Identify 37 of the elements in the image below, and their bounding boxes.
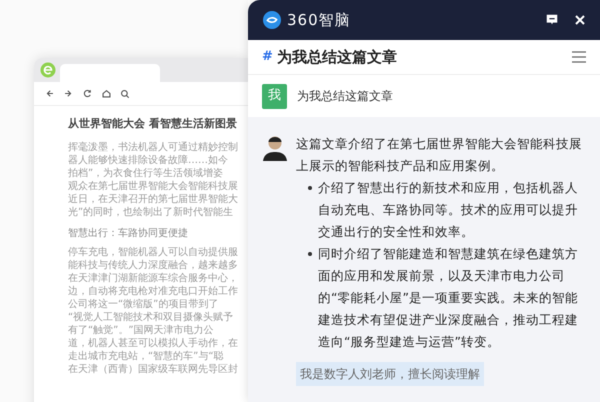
- article-line: 观众在第七届世界智能大会智能科技展: [68, 180, 239, 192]
- reply-intro: 这篇文章介绍了在第七届世界智能大会智能科技展上展示的智能科技产品和应用案例。: [296, 135, 583, 175]
- hint-text: 我是数字人刘老师，擅长阅读理解: [296, 362, 484, 386]
- article-line: 走出城市充电站，“智慧的车”与“聪: [68, 350, 225, 362]
- article-line: 在天津津门湖新能源车综合服务中心，: [68, 272, 239, 284]
- reply-bullet: 同时介绍了智能建造和智慧建筑在绿色建筑方面的应用和发展前景，以及天津市电力公司的“零能耗小屋”是一项重要实践。未来的智能建造技术有望促进产业深度融合，推动工程建造向“服务型建造与运营”转变。: [318, 245, 579, 351]
- logo-icon: [262, 10, 282, 30]
- close-icon[interactable]: [574, 14, 586, 26]
- article-line: “视觉人工智能技术和双目摄像头赋予: [68, 310, 234, 324]
- article-subheading: 智慧出行：车路协同更便捷: [68, 226, 189, 240]
- hash-mark: #: [262, 48, 273, 66]
- article-line: 停车充电，智能机器人可以自动提供服: [68, 246, 239, 258]
- browser-logo-icon: [40, 62, 56, 78]
- forward-icon[interactable]: [63, 88, 74, 99]
- article-line: 道，机器人甚至可以模拟人手动作，在: [68, 336, 239, 350]
- article-line: 边，自动将充电枪对准充电口开始工作: [68, 284, 239, 298]
- article-title: 从世界智能大会 看智慧生活新图景: [68, 116, 238, 132]
- back-icon[interactable]: [44, 88, 55, 99]
- reply-bullet: 介绍了智慧出行的新技术和应用，包括机器人自动充电、车路协同等。技术的应用可以提升交通出行的安全性和效率。: [318, 179, 579, 241]
- refresh-icon[interactable]: [82, 88, 93, 99]
- menu-icon[interactable]: [572, 51, 586, 64]
- user-avatar: 我: [262, 84, 287, 109]
- topic-title: 为我总结这篇文章: [276, 46, 397, 68]
- user-message: 为我总结这篇文章: [297, 88, 393, 106]
- article-line: 在天津（西青）国家级车联网先导区封: [68, 362, 239, 376]
- article-line: 近日，在天津召开的第七届世界智能大: [68, 192, 239, 206]
- article-line: 器人能够快速排除设备故障……如今: [68, 154, 229, 166]
- article-line: 有了“触觉”。”国网天津市电力公: [68, 324, 215, 336]
- article-line: 拍档”，为衣食住行等生活领域增姿: [68, 166, 224, 180]
- article-line: 光”的同时，也绘制出了新时代智能生: [68, 206, 234, 218]
- brand-name: 360智脑: [287, 10, 351, 31]
- article-line: 挥毫泼墨，书法机器人可通过精妙控制: [68, 140, 239, 154]
- article-line: 公司将这一“微缩版”的项目带到了: [68, 298, 220, 310]
- article-line: 能科技与传统人力深度融合，越来越多: [68, 258, 239, 272]
- home-icon[interactable]: [101, 88, 112, 99]
- search-icon[interactable]: [120, 88, 130, 98]
- chat-icon[interactable]: [545, 12, 559, 27]
